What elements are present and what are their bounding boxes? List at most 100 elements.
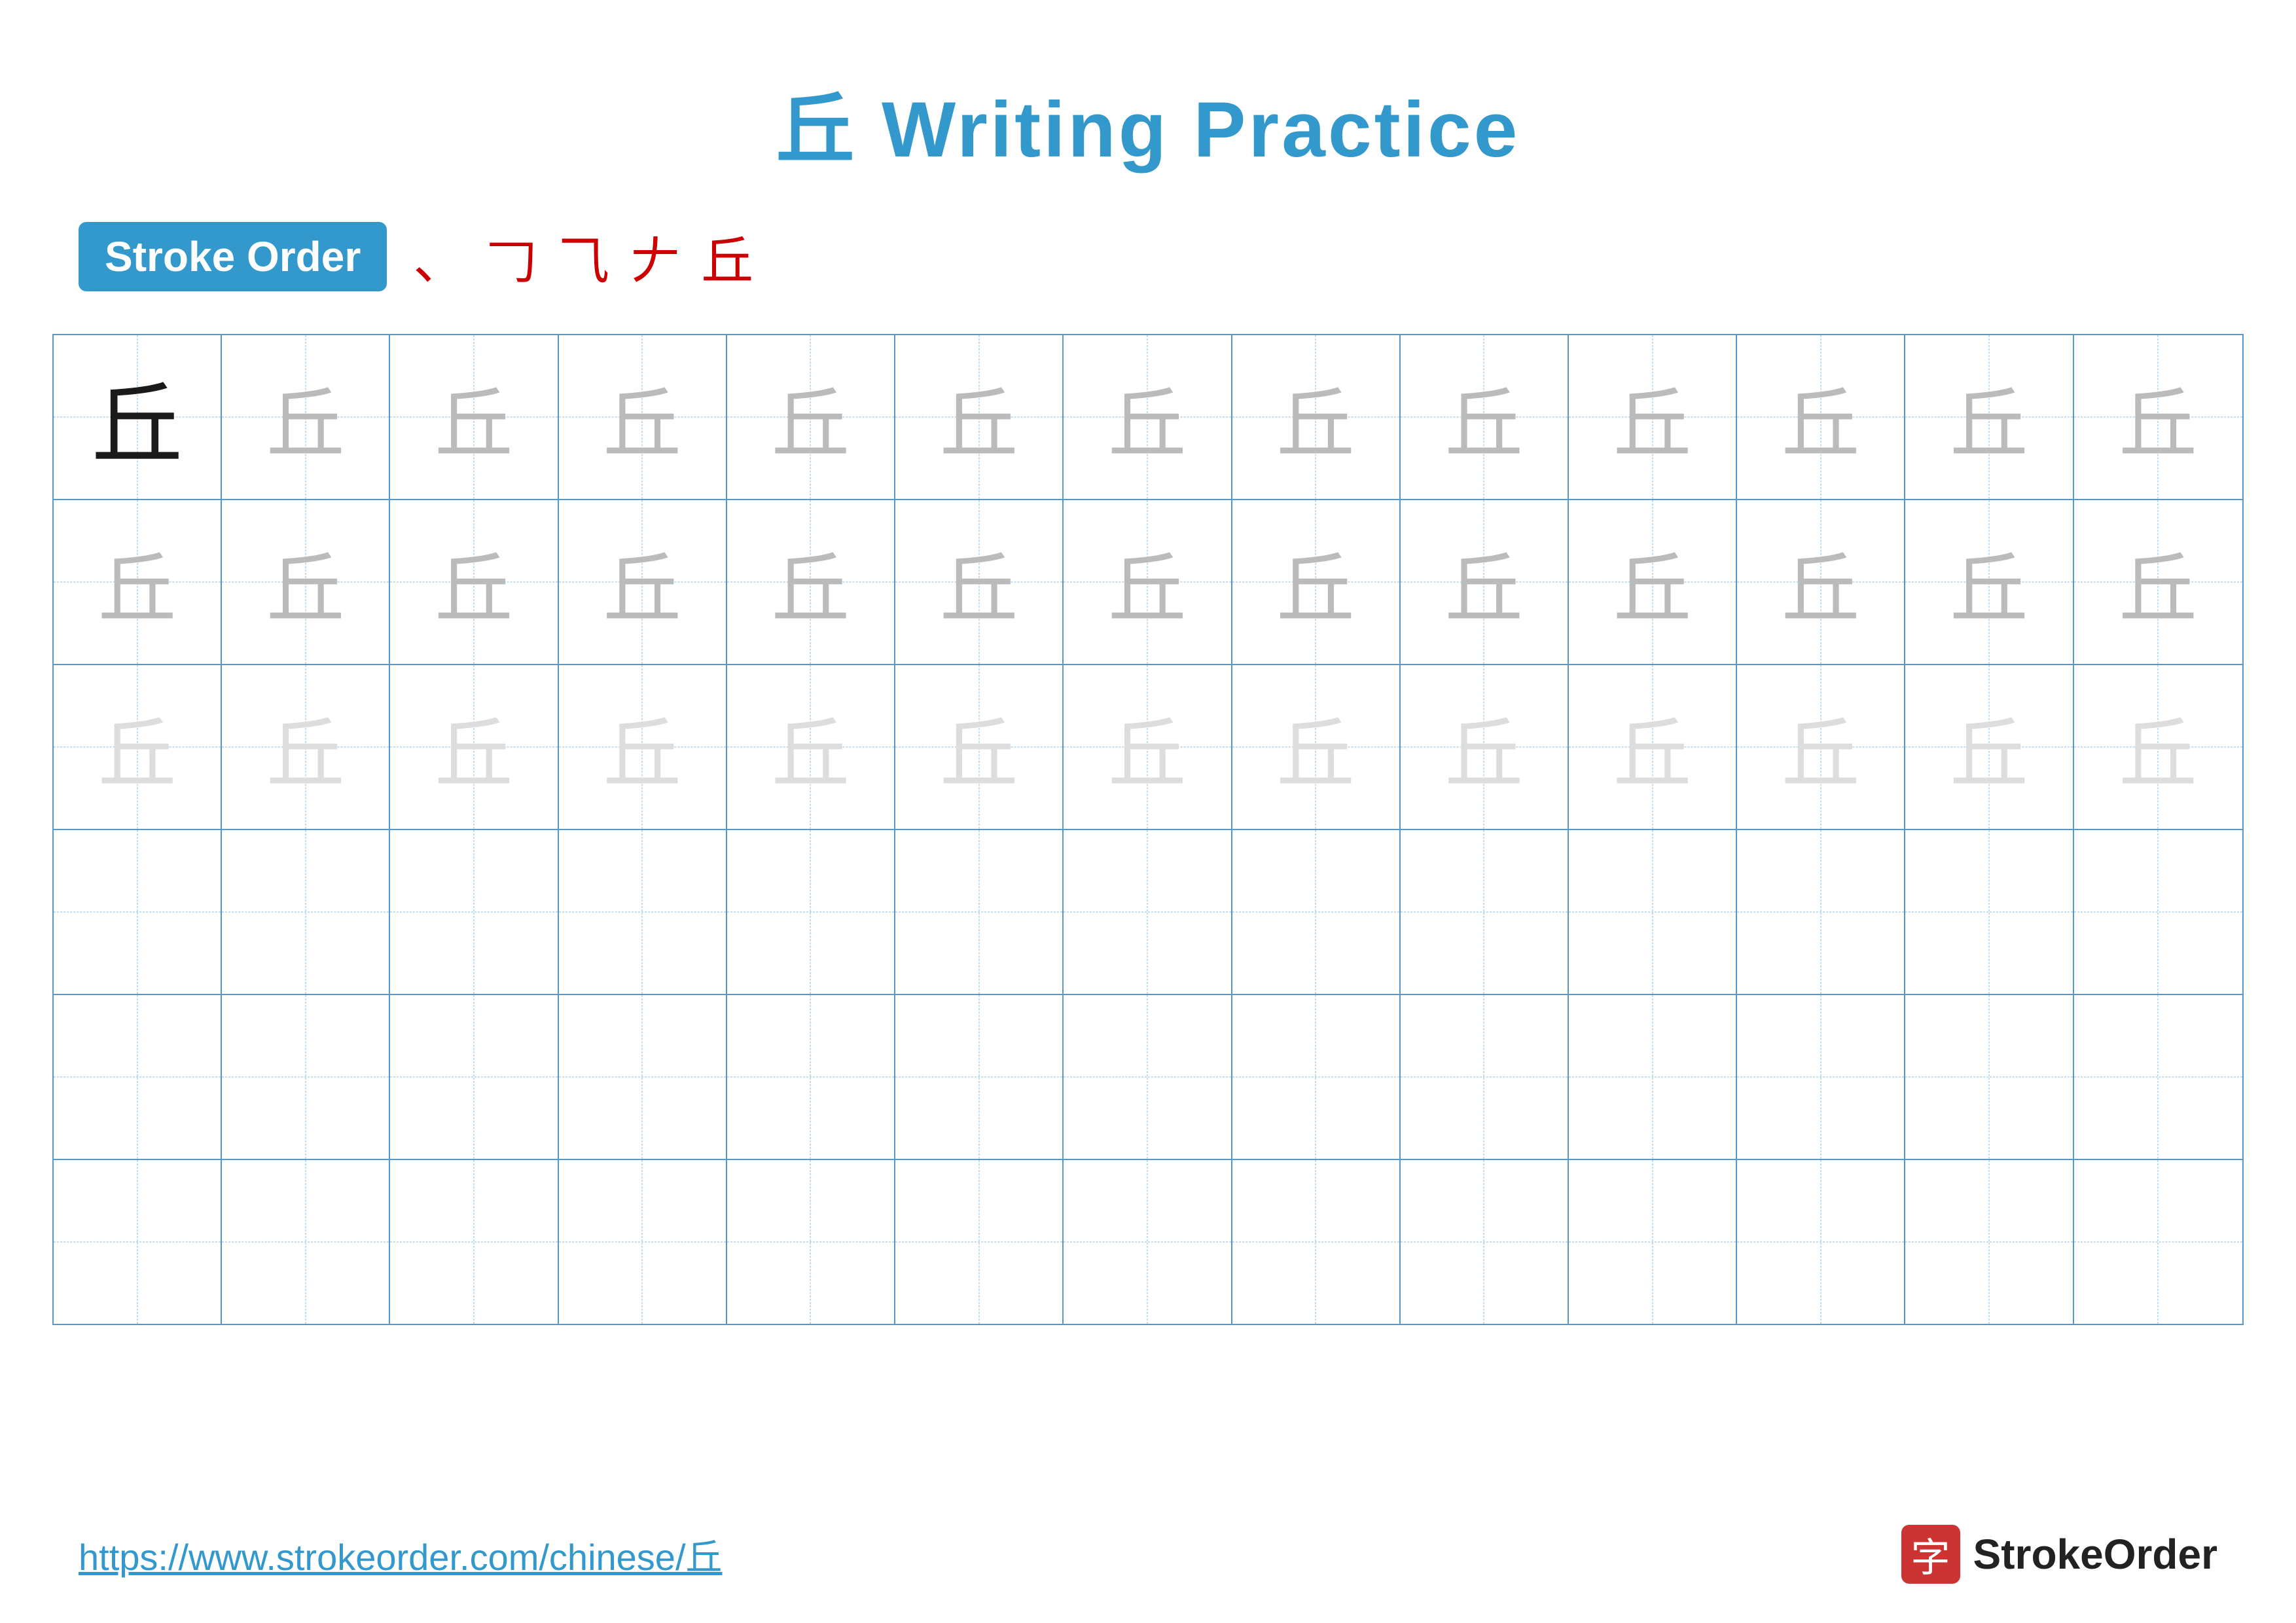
grid-cell-3-6[interactable]: 丘 [895, 665, 1064, 829]
page-title: 丘 Writing Practice [0, 0, 2296, 179]
grid-cell-4-13[interactable] [2074, 830, 2242, 994]
char-guide: 丘 [1444, 360, 1523, 474]
grid-cell-3-9[interactable]: 丘 [1401, 665, 1569, 829]
grid-row-2: 丘 丘 丘 丘 丘 丘 丘 丘 丘 丘 丘 丘 [54, 500, 2242, 665]
grid-cell-5-1[interactable] [54, 995, 222, 1159]
grid-cell-1-7[interactable]: 丘 [1064, 335, 1232, 499]
grid-cell-2-7[interactable]: 丘 [1064, 500, 1232, 664]
grid-cell-4-12[interactable] [1905, 830, 2073, 994]
grid-cell-2-4[interactable]: 丘 [559, 500, 727, 664]
grid-cell-4-9[interactable] [1401, 830, 1569, 994]
grid-cell-4-5[interactable] [727, 830, 895, 994]
grid-cell-6-1[interactable] [54, 1160, 222, 1324]
char-guide-light: 丘 [1782, 690, 1860, 804]
grid-cell-3-10[interactable]: 丘 [1569, 665, 1737, 829]
grid-row-3: 丘 丘 丘 丘 丘 丘 丘 丘 丘 丘 丘 丘 [54, 665, 2242, 830]
grid-cell-3-13[interactable]: 丘 [2074, 665, 2242, 829]
grid-cell-6-5[interactable] [727, 1160, 895, 1324]
grid-cell-3-5[interactable]: 丘 [727, 665, 895, 829]
grid-cell-6-8[interactable] [1232, 1160, 1401, 1324]
grid-row-1: 丘 丘 丘 丘 丘 丘 丘 丘 丘 丘 丘 丘 [54, 335, 2242, 500]
grid-cell-6-2[interactable] [222, 1160, 390, 1324]
grid-cell-5-10[interactable] [1569, 995, 1737, 1159]
char-guide: 丘 [1276, 525, 1355, 639]
char-guide-light: 丘 [266, 690, 345, 804]
footer-url[interactable]: https://www.strokeorder.com/chinese/丘 [79, 1528, 723, 1581]
grid-cell-6-11[interactable] [1737, 1160, 1905, 1324]
grid-cell-5-8[interactable] [1232, 995, 1401, 1159]
grid-cell-1-13[interactable]: 丘 [2074, 335, 2242, 499]
grid-cell-2-2[interactable]: 丘 [222, 500, 390, 664]
grid-cell-4-3[interactable] [390, 830, 558, 994]
grid-cell-3-12[interactable]: 丘 [1905, 665, 2073, 829]
char-guide: 丘 [98, 525, 177, 639]
grid-cell-6-4[interactable] [559, 1160, 727, 1324]
stroke-step-2: 𠃌 [485, 219, 537, 295]
grid-row-4 [54, 830, 2242, 995]
grid-cell-1-9[interactable]: 丘 [1401, 335, 1569, 499]
grid-cell-5-11[interactable] [1737, 995, 1905, 1159]
grid-cell-3-8[interactable]: 丘 [1232, 665, 1401, 829]
grid-cell-6-10[interactable] [1569, 1160, 1737, 1324]
grid-cell-3-7[interactable]: 丘 [1064, 665, 1232, 829]
grid-cell-1-12[interactable]: 丘 [1905, 335, 2073, 499]
grid-cell-5-13[interactable] [2074, 995, 2242, 1159]
grid-cell-4-4[interactable] [559, 830, 727, 994]
char-guide: 丘 [435, 360, 513, 474]
char-guide-light: 丘 [1613, 690, 1692, 804]
grid-cell-2-12[interactable]: 丘 [1905, 500, 2073, 664]
grid-cell-2-11[interactable]: 丘 [1737, 500, 1905, 664]
stroke-order-badge: Stroke Order [79, 222, 387, 291]
char-guide: 丘 [1108, 525, 1187, 639]
grid-cell-4-6[interactable] [895, 830, 1064, 994]
grid-cell-5-7[interactable] [1064, 995, 1232, 1159]
grid-cell-1-10[interactable]: 丘 [1569, 335, 1737, 499]
grid-cell-6-13[interactable] [2074, 1160, 2242, 1324]
grid-cell-1-3[interactable]: 丘 [390, 335, 558, 499]
grid-cell-2-10[interactable]: 丘 [1569, 500, 1737, 664]
grid-cell-6-6[interactable] [895, 1160, 1064, 1324]
grid-cell-5-5[interactable] [727, 995, 895, 1159]
grid-cell-3-4[interactable]: 丘 [559, 665, 727, 829]
grid-cell-4-11[interactable] [1737, 830, 1905, 994]
grid-cell-2-6[interactable]: 丘 [895, 500, 1064, 664]
char-guide: 丘 [603, 525, 681, 639]
grid-cell-1-1[interactable]: 丘 [54, 335, 222, 499]
grid-cell-3-2[interactable]: 丘 [222, 665, 390, 829]
grid-cell-4-8[interactable] [1232, 830, 1401, 994]
grid-cell-2-5[interactable]: 丘 [727, 500, 895, 664]
grid-cell-1-11[interactable]: 丘 [1737, 335, 1905, 499]
grid-cell-1-8[interactable]: 丘 [1232, 335, 1401, 499]
grid-cell-2-8[interactable]: 丘 [1232, 500, 1401, 664]
grid-cell-6-7[interactable] [1064, 1160, 1232, 1324]
grid-cell-2-13[interactable]: 丘 [2074, 500, 2242, 664]
grid-cell-3-11[interactable]: 丘 [1737, 665, 1905, 829]
char-guide: 丘 [1950, 360, 2028, 474]
grid-cell-2-9[interactable]: 丘 [1401, 500, 1569, 664]
grid-cell-5-12[interactable] [1905, 995, 2073, 1159]
stroke-steps: 、 𠃌 ⺄ 𠂇 丘 [413, 219, 753, 295]
grid-cell-2-1[interactable]: 丘 [54, 500, 222, 664]
grid-cell-3-3[interactable]: 丘 [390, 665, 558, 829]
grid-cell-6-9[interactable] [1401, 1160, 1569, 1324]
grid-cell-1-5[interactable]: 丘 [727, 335, 895, 499]
grid-cell-2-3[interactable]: 丘 [390, 500, 558, 664]
grid-cell-5-4[interactable] [559, 995, 727, 1159]
grid-cell-1-2[interactable]: 丘 [222, 335, 390, 499]
char-guide-light: 丘 [1950, 690, 2028, 804]
grid-cell-1-6[interactable]: 丘 [895, 335, 1064, 499]
grid-cell-4-7[interactable] [1064, 830, 1232, 994]
grid-cell-3-1[interactable]: 丘 [54, 665, 222, 829]
grid-cell-4-2[interactable] [222, 830, 390, 994]
grid-cell-4-10[interactable] [1569, 830, 1737, 994]
char-guide: 丘 [771, 525, 850, 639]
grid-cell-6-12[interactable] [1905, 1160, 2073, 1324]
grid-cell-4-1[interactable] [54, 830, 222, 994]
grid-cell-6-3[interactable] [390, 1160, 558, 1324]
grid-cell-5-9[interactable] [1401, 995, 1569, 1159]
char-guide-light: 丘 [771, 690, 850, 804]
grid-cell-1-4[interactable]: 丘 [559, 335, 727, 499]
grid-cell-5-2[interactable] [222, 995, 390, 1159]
grid-cell-5-3[interactable] [390, 995, 558, 1159]
grid-cell-5-6[interactable] [895, 995, 1064, 1159]
